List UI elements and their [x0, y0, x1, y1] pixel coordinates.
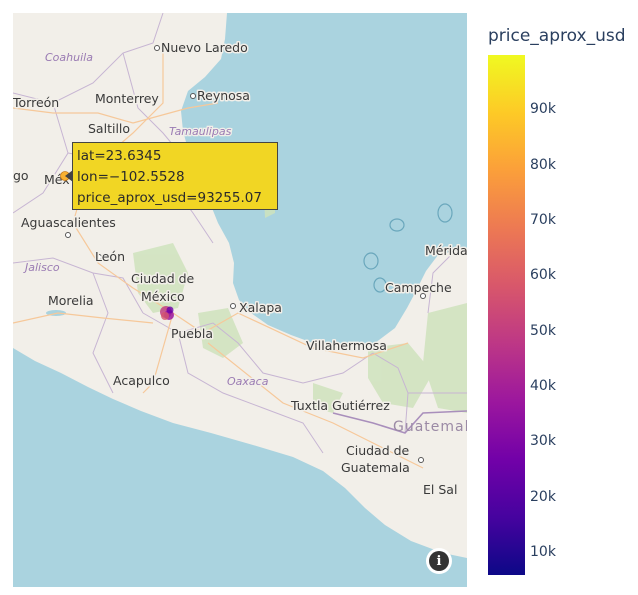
tooltip-price: price_aprox_usd=93255.07 — [77, 190, 262, 206]
region-label-coahuila: Coahuila — [45, 51, 93, 64]
colorbar-title: price_aprox_usd — [488, 26, 626, 46]
city-label-torreon: Torreón — [13, 95, 59, 110]
hover-tooltip: lat=23.6345 lon=−102.5528 price_aprox_us… — [72, 142, 278, 210]
tooltip-lat: lat=23.6345 — [77, 148, 162, 164]
city-label-morelia: Morelia — [48, 293, 94, 308]
colorbar-tick-label: 90k — [530, 101, 556, 118]
colorbar-tick-label: 20k — [530, 488, 556, 505]
city-label-aguascalientes: Aguascalientes — [21, 215, 116, 230]
city-label-ciudad-de-guatemala-1: Ciudad de — [346, 443, 410, 458]
city-label-tuxtla-gutierrez: Tuxtla Gutiérrez — [290, 398, 390, 413]
city-label-reynosa: Reynosa — [197, 88, 250, 103]
city-label-campeche: Campeche — [385, 280, 452, 295]
city-label-nuevo-laredo: Nuevo Laredo — [161, 40, 248, 55]
city-label-saltillo: Saltillo — [88, 121, 130, 136]
map-view[interactable]: Coahuila Tamaulipas Jalisco Oaxaca Nuevo… — [13, 13, 467, 587]
city-label-xalapa: Xalapa — [239, 300, 282, 315]
region-label-tamaulipas: Tamaulipas — [169, 125, 232, 138]
region-label-jalisco: Jalisco — [23, 261, 60, 274]
region-label-oaxaca: Oaxaca — [227, 375, 269, 388]
colorbar-tick-label: 60k — [530, 267, 556, 284]
city-label-merida: Mérida — [425, 243, 467, 258]
attribution-info-button[interactable]: i — [426, 548, 452, 574]
country-label-guatemala: Guatemala — [393, 419, 467, 435]
city-label-mexico: México — [141, 289, 185, 304]
city-label-acapulco: Acapulco — [113, 373, 170, 388]
colorbar-tick-label: 80k — [530, 156, 556, 173]
map-canvas[interactable]: Coahuila Tamaulipas Jalisco Oaxaca Nuevo… — [13, 13, 467, 587]
tooltip-lon: lon=−102.5528 — [77, 169, 185, 185]
colorbar-tick-label: 10k — [530, 543, 556, 560]
colorbar-tick-label: 70k — [530, 211, 556, 228]
colorbar-tick-label: 40k — [530, 377, 556, 394]
data-point-cluster[interactable] — [160, 306, 174, 320]
city-label-el-salvador: El Sal — [423, 482, 457, 497]
city-label-puebla: Puebla — [171, 326, 213, 341]
colorbar-tick-label: 30k — [530, 433, 556, 450]
colorbar — [488, 55, 525, 575]
city-label-leon: León — [95, 249, 125, 264]
colorbar-tick-label: 50k — [530, 322, 556, 339]
city-label-ciudad-de-guatemala-2: Guatemala — [341, 460, 410, 475]
city-label-partial-go: go — [13, 168, 29, 183]
city-label-villahermosa: Villahermosa — [306, 338, 387, 353]
info-icon: i — [429, 551, 449, 571]
city-label-ciudad-de: Ciudad de — [131, 271, 195, 286]
city-label-monterrey: Monterrey — [95, 91, 159, 106]
